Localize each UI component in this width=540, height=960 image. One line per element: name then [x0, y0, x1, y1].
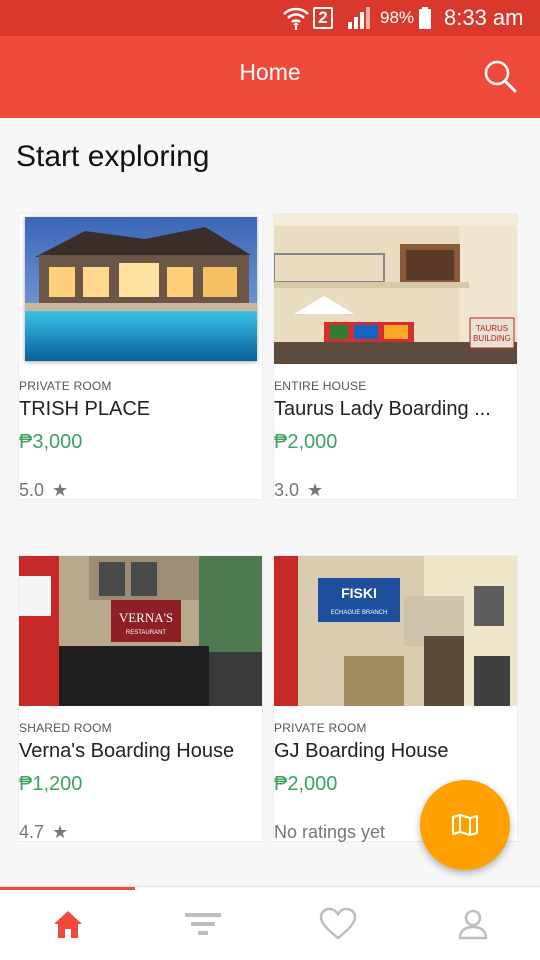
listing-card[interactable]: VERNA'S RESTAURANT SHARED ROOM Verna's B… — [18, 555, 263, 842]
status-bar: 2 98% 8:33 am — [0, 0, 540, 36]
sim-slot-number: 2 — [313, 7, 333, 29]
tab-filter[interactable] — [135, 887, 270, 960]
listing-price: ₱2,000 — [274, 431, 338, 453]
page-title: Home — [239, 59, 301, 85]
listing-card[interactable]: PRIVATE ROOM TRISH PLACE ₱3,000 5.0 ★ — [18, 213, 263, 500]
section-heading: Start exploring — [16, 140, 210, 173]
rating-value: No ratings yet — [274, 822, 386, 842]
star-icon: ★ — [52, 480, 69, 500]
profile-icon — [458, 909, 487, 940]
tab-home[interactable] — [0, 887, 135, 960]
photo-sign-text: TAURUS — [476, 324, 508, 333]
listing-type: SHARED ROOM — [19, 721, 112, 735]
home-icon — [53, 911, 82, 938]
photo-sign-text: ECHAGUE BRANCH — [331, 610, 388, 616]
app-bar: Home — [0, 36, 540, 118]
listing-photo: FISKI ECHAGUE BRANCH — [274, 556, 517, 706]
listing-card[interactable]: TAURUS BUILDING ENTIRE HOUSE Taurus Lady… — [273, 213, 518, 500]
map-icon — [452, 814, 478, 836]
listing-type: PRIVATE ROOM — [274, 721, 367, 735]
star-icon: ★ — [52, 822, 69, 842]
listing-photo — [25, 217, 257, 361]
listing-price: ₱2,000 — [274, 773, 338, 795]
listing-name: Taurus Lady Boarding ... — [274, 398, 491, 420]
bottom-nav — [0, 886, 540, 960]
battery-icon — [418, 0, 432, 36]
search-icon — [484, 60, 517, 93]
listing-type: PRIVATE ROOM — [19, 379, 112, 393]
listing-rating: 3.0 ★ — [274, 480, 323, 501]
listing-name: TRISH PLACE — [19, 398, 151, 420]
clock: 8:33 am — [444, 5, 524, 30]
main-content[interactable]: Start exploring PRIVATE ROOM TRISH PLACE… — [0, 118, 540, 886]
photo-sign-text: VERNA'S — [119, 610, 173, 625]
listing-rating: 5.0 ★ — [19, 480, 68, 501]
photo-sign-text: BUILDING — [473, 334, 511, 343]
search-button[interactable] — [482, 58, 518, 94]
listing-photo: VERNA'S RESTAURANT — [19, 556, 262, 706]
signal-icon — [346, 0, 372, 36]
listing-photo: TAURUS BUILDING — [274, 214, 517, 364]
listing-price: ₱3,000 — [19, 431, 83, 453]
battery-percent: 98% — [380, 8, 415, 27]
star-icon: ★ — [307, 480, 324, 500]
listing-name: GJ Boarding House — [274, 740, 449, 762]
listing-price: ₱1,200 — [19, 773, 83, 795]
listing-type: ENTIRE HOUSE — [274, 379, 367, 393]
photo-sign-text: FISKI — [341, 585, 377, 601]
listing-name: Verna's Boarding House — [19, 740, 235, 762]
tab-favorites[interactable] — [270, 887, 405, 960]
filter-icon — [184, 913, 221, 935]
heart-icon — [319, 907, 356, 940]
photo-sign-text: RESTAURANT — [126, 630, 167, 636]
wifi-icon — [282, 0, 310, 36]
sim-icon: 2 — [313, 0, 333, 36]
rating-value: 3.0 — [274, 480, 300, 500]
listing-rating: 4.7 ★ — [19, 822, 68, 843]
rating-value: 4.7 — [19, 822, 45, 842]
listing-rating: No ratings yet — [274, 822, 385, 843]
rating-value: 5.0 — [19, 480, 45, 500]
tab-profile[interactable] — [405, 887, 540, 960]
map-view-button[interactable] — [420, 780, 510, 870]
